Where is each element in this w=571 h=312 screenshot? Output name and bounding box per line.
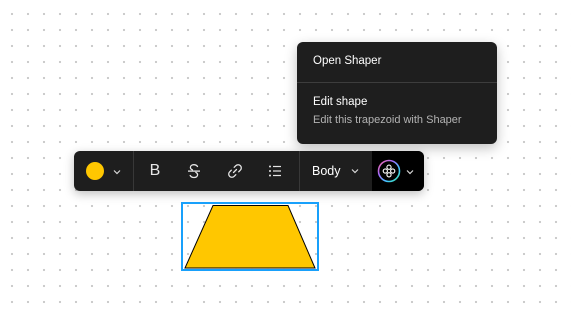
context-menu: Open Shaper Edit shape Edit this trapezo…: [297, 42, 497, 144]
menu-item-edit-shape-description: Edit this trapezoid with Shaper: [313, 114, 462, 126]
chevron-down-icon: [406, 170, 414, 175]
trapezoid-shape[interactable]: [183, 204, 317, 269]
menu-item-open-shaper[interactable]: Open Shaper: [313, 55, 381, 67]
strikethrough-button[interactable]: [182, 159, 206, 183]
menu-item-edit-shape-title: Edit shape: [313, 96, 368, 108]
toolbar-divider: [133, 151, 134, 191]
shaper-plugin-button[interactable]: [372, 151, 424, 191]
selection-box[interactable]: [181, 202, 319, 271]
link-button[interactable]: [223, 159, 247, 183]
bulleted-list-button[interactable]: [263, 159, 287, 183]
fill-color-swatch: [86, 162, 104, 180]
fill-color-picker[interactable]: [74, 151, 133, 191]
chevron-down-icon: [113, 170, 121, 175]
toolbar-divider: [299, 151, 300, 191]
strikethrough-icon: [188, 164, 200, 179]
text-style-label: Body: [312, 164, 341, 178]
menu-item-edit-shape[interactable]: Edit shape Edit this trapezoid with Shap…: [313, 96, 489, 126]
floating-toolbar: B Body: [74, 151, 424, 191]
chevron-down-icon: [351, 169, 358, 174]
list-icon: [269, 165, 281, 177]
shaper-plugin-icon: [377, 159, 401, 183]
bold-button[interactable]: B: [143, 159, 167, 183]
text-style-dropdown[interactable]: Body: [312, 151, 360, 191]
link-icon: [228, 164, 242, 178]
menu-divider: [297, 82, 497, 83]
bold-icon: B: [149, 162, 161, 179]
